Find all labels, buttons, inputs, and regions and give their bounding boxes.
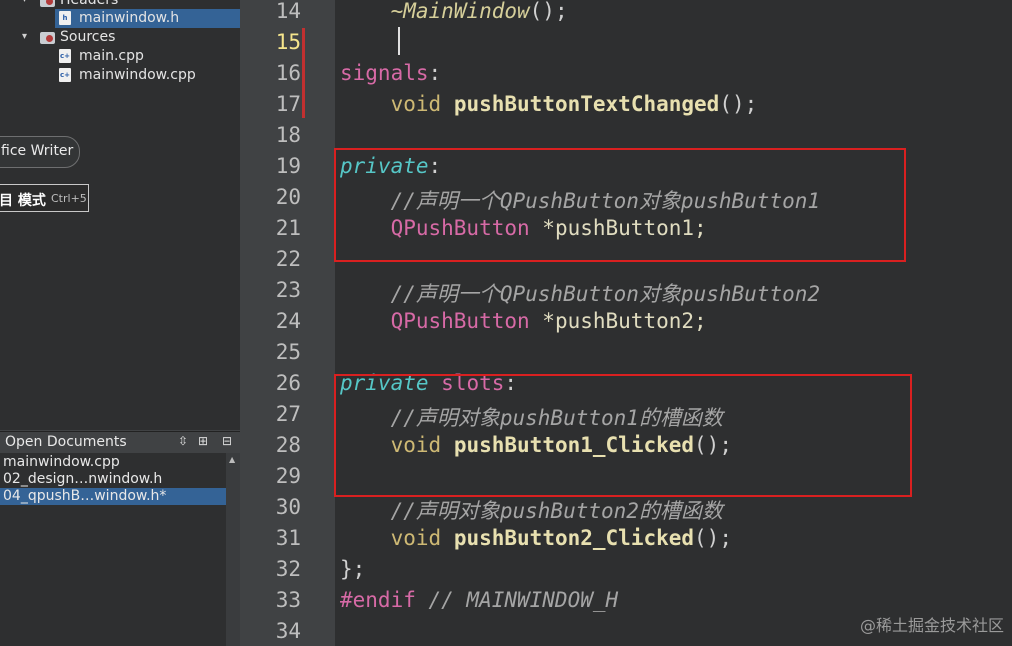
cpp-file-icon: c+	[59, 68, 71, 82]
watermark: @稀土掘金技术社区	[859, 616, 1004, 635]
line-number: 27	[275, 402, 301, 426]
line-number: 31	[275, 526, 301, 550]
change-marker-bar	[302, 28, 305, 118]
sort-updown-icon[interactable]: ⇳	[178, 434, 188, 448]
line-number: 28	[275, 433, 301, 457]
line-number: 29	[275, 464, 301, 488]
tree-item-mainwindow-cpp[interactable]: c+ mainwindow.cpp	[59, 66, 240, 85]
folder-icon	[40, 0, 55, 7]
code-token: :	[428, 61, 442, 85]
code-line: //声明对象pushButton2的槽函数	[340, 495, 723, 525]
left-sidebar: ▾ Headers h mainwindow.h ▾ Sources c+ ma…	[0, 0, 240, 646]
open-document-item[interactable]: 02_design…nwindow.h	[0, 471, 226, 488]
open-documents-title: Open Documents	[5, 434, 127, 450]
collapse-arrow-icon[interactable]: ▾	[22, 0, 27, 5]
line-number: 21	[275, 216, 301, 240]
code-line: //声明一个QPushButton对象pushButton2	[340, 278, 820, 308]
tree-item-sources[interactable]: Sources	[60, 28, 115, 47]
code-token: ();	[694, 526, 732, 550]
code-line: #endif // MAINWINDOW_H	[340, 588, 618, 612]
tree-item-label: mainwindow.cpp	[79, 67, 196, 83]
tree-item-label: main.cpp	[79, 48, 144, 64]
code-line: };	[340, 557, 365, 581]
line-number: 34	[275, 619, 301, 643]
tooltip-shortcut: Ctrl+5	[51, 192, 87, 205]
mode-tooltip: 目 模式 Ctrl+5	[0, 184, 89, 212]
project-tree: ▾ Headers h mainwindow.h ▾ Sources c+ ma…	[0, 0, 240, 430]
line-number: 18	[275, 123, 301, 147]
open-documents-scrollbar[interactable]: ▲	[226, 453, 240, 646]
open-documents-header: Open Documents ⇳ ⊞ ⊟	[0, 431, 240, 454]
code-token: QPushButton	[390, 309, 530, 333]
tree-item-label: Headers	[60, 0, 119, 8]
line-number: 24	[275, 309, 301, 333]
line-number: 20	[275, 185, 301, 209]
line-number: 17	[275, 92, 301, 116]
line-number: 25	[275, 340, 301, 364]
line-number: 14	[275, 0, 301, 23]
line-number: 15	[275, 30, 301, 54]
tree-item-label: Sources	[60, 29, 116, 45]
code-line: void pushButton2_Clicked();	[340, 526, 732, 550]
code-line: void pushButtonTextChanged();	[340, 92, 758, 116]
line-number: 23	[275, 278, 301, 302]
code-token: //声明一个QPushButton对象pushButton2	[390, 282, 821, 306]
line-number: 30	[275, 495, 301, 519]
code-token: pushButton2_Clicked	[453, 526, 695, 550]
code-token: ();	[529, 0, 568, 23]
code-token: // MAINWINDOW_H	[415, 588, 619, 612]
line-number: 19	[275, 154, 301, 178]
tree-item-main-cpp[interactable]: c+ main.cpp	[59, 47, 240, 66]
collapse-arrow-icon[interactable]: ▾	[22, 31, 27, 42]
mode-selector-pill[interactable]: fice Writer	[0, 136, 80, 168]
mode-pill-label: fice Writer	[1, 143, 74, 159]
open-document-item-active[interactable]: 04_qpushB…window.h*	[0, 488, 226, 505]
line-number: 22	[275, 247, 301, 271]
tooltip-label: 目 模式	[0, 193, 46, 209]
cpp-file-icon: c+	[59, 49, 71, 63]
highlight-box-private-slots	[334, 374, 912, 497]
code-line: QPushButton *pushButton2;	[340, 309, 707, 333]
line-number: 33	[275, 588, 301, 612]
code-token: signals	[340, 61, 429, 85]
text-cursor	[398, 27, 400, 55]
code-line: signals:	[340, 61, 441, 85]
sources-folder-icon	[40, 32, 55, 44]
open-document-item[interactable]: mainwindow.cpp	[0, 454, 226, 471]
line-number: 26	[275, 371, 301, 395]
code-token: ~MainWindow	[390, 0, 530, 23]
tree-item-label: mainwindow.h	[79, 10, 180, 26]
code-token: void	[390, 526, 442, 550]
code-line: ~MainWindow();	[340, 0, 568, 23]
code-token: ();	[719, 92, 758, 116]
code-token: pushButtonTextChanged	[453, 92, 720, 116]
close-panel-icon[interactable]: ⊟	[222, 434, 232, 448]
tree-item-mainwindow-h[interactable]: h mainwindow.h	[55, 9, 240, 28]
code-token: void	[390, 92, 442, 116]
code-token: #endif	[340, 588, 416, 612]
open-documents-list: mainwindow.cpp 02_design…nwindow.h 04_qp…	[0, 453, 240, 646]
line-number: 16	[275, 61, 301, 85]
code-token: *pushButton2;	[529, 309, 707, 333]
split-panel-icon[interactable]: ⊞	[198, 434, 208, 448]
code-token: //声明对象pushButton2的槽函数	[390, 499, 723, 523]
line-number: 32	[275, 557, 301, 581]
highlight-box-private-members	[334, 148, 906, 262]
code-token: };	[340, 557, 366, 581]
header-file-icon: h	[59, 11, 71, 25]
scroll-up-arrow-icon[interactable]: ▲	[229, 455, 235, 464]
